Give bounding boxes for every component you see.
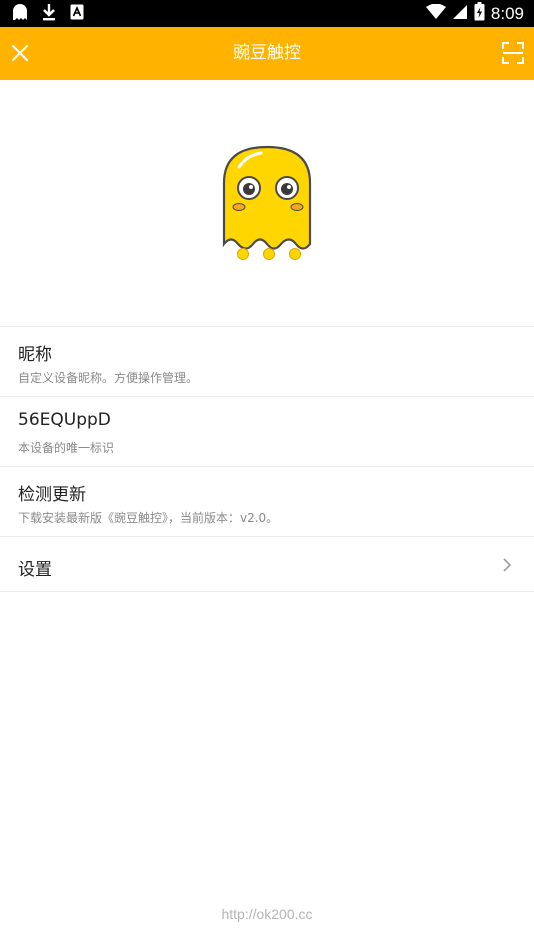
device-id-row[interactable]: 56EQUppD 本设备的唯一标识 bbox=[0, 396, 534, 466]
hero-section bbox=[0, 80, 534, 326]
ghost-mascot-icon bbox=[222, 145, 312, 260]
device-id-subtitle: 本设备的唯一标识 bbox=[18, 441, 115, 455]
page-title: 豌豆触控 bbox=[233, 43, 301, 63]
app-bar: 豌豆触控 bbox=[0, 27, 534, 80]
check-update-subtitle: 下载安装最新版《豌豆触控》，当前版本：v2.0。 bbox=[18, 511, 279, 525]
device-id-title: 56EQUppD bbox=[18, 410, 111, 430]
nickname-title: 昵称 bbox=[18, 345, 52, 365]
scan-button[interactable] bbox=[500, 40, 526, 66]
nickname-row[interactable]: 昵称 自定义设备昵称。方便操作管理。 bbox=[0, 326, 534, 396]
signal-icon bbox=[452, 4, 468, 24]
ghost-icon bbox=[12, 3, 28, 25]
status-bar: 8:09 bbox=[0, 0, 534, 27]
scan-icon bbox=[502, 42, 524, 64]
settings-title: 设置 bbox=[18, 560, 52, 580]
download-icon bbox=[42, 3, 56, 25]
wifi-icon bbox=[425, 3, 446, 24]
chevron-right-icon bbox=[503, 558, 512, 572]
footer-url: http://ok200.cc bbox=[221, 906, 313, 922]
status-bar-left bbox=[12, 3, 84, 25]
check-update-row[interactable]: 检测更新 下载安装最新版《豌豆触控》，当前版本：v2.0。 bbox=[0, 466, 534, 536]
status-time: 8:09 bbox=[490, 3, 524, 23]
settings-row[interactable]: 设置 bbox=[0, 536, 534, 592]
nickname-subtitle: 自定义设备昵称。方便操作管理。 bbox=[18, 371, 199, 385]
battery-icon bbox=[474, 2, 485, 25]
status-bar-right: 8:09 bbox=[425, 2, 524, 25]
check-update-title: 检测更新 bbox=[18, 485, 86, 505]
settings-list: 昵称 自定义设备昵称。方便操作管理。 56EQUppD 本设备的唯一标识 检测更… bbox=[0, 326, 534, 592]
a-icon bbox=[70, 4, 84, 24]
